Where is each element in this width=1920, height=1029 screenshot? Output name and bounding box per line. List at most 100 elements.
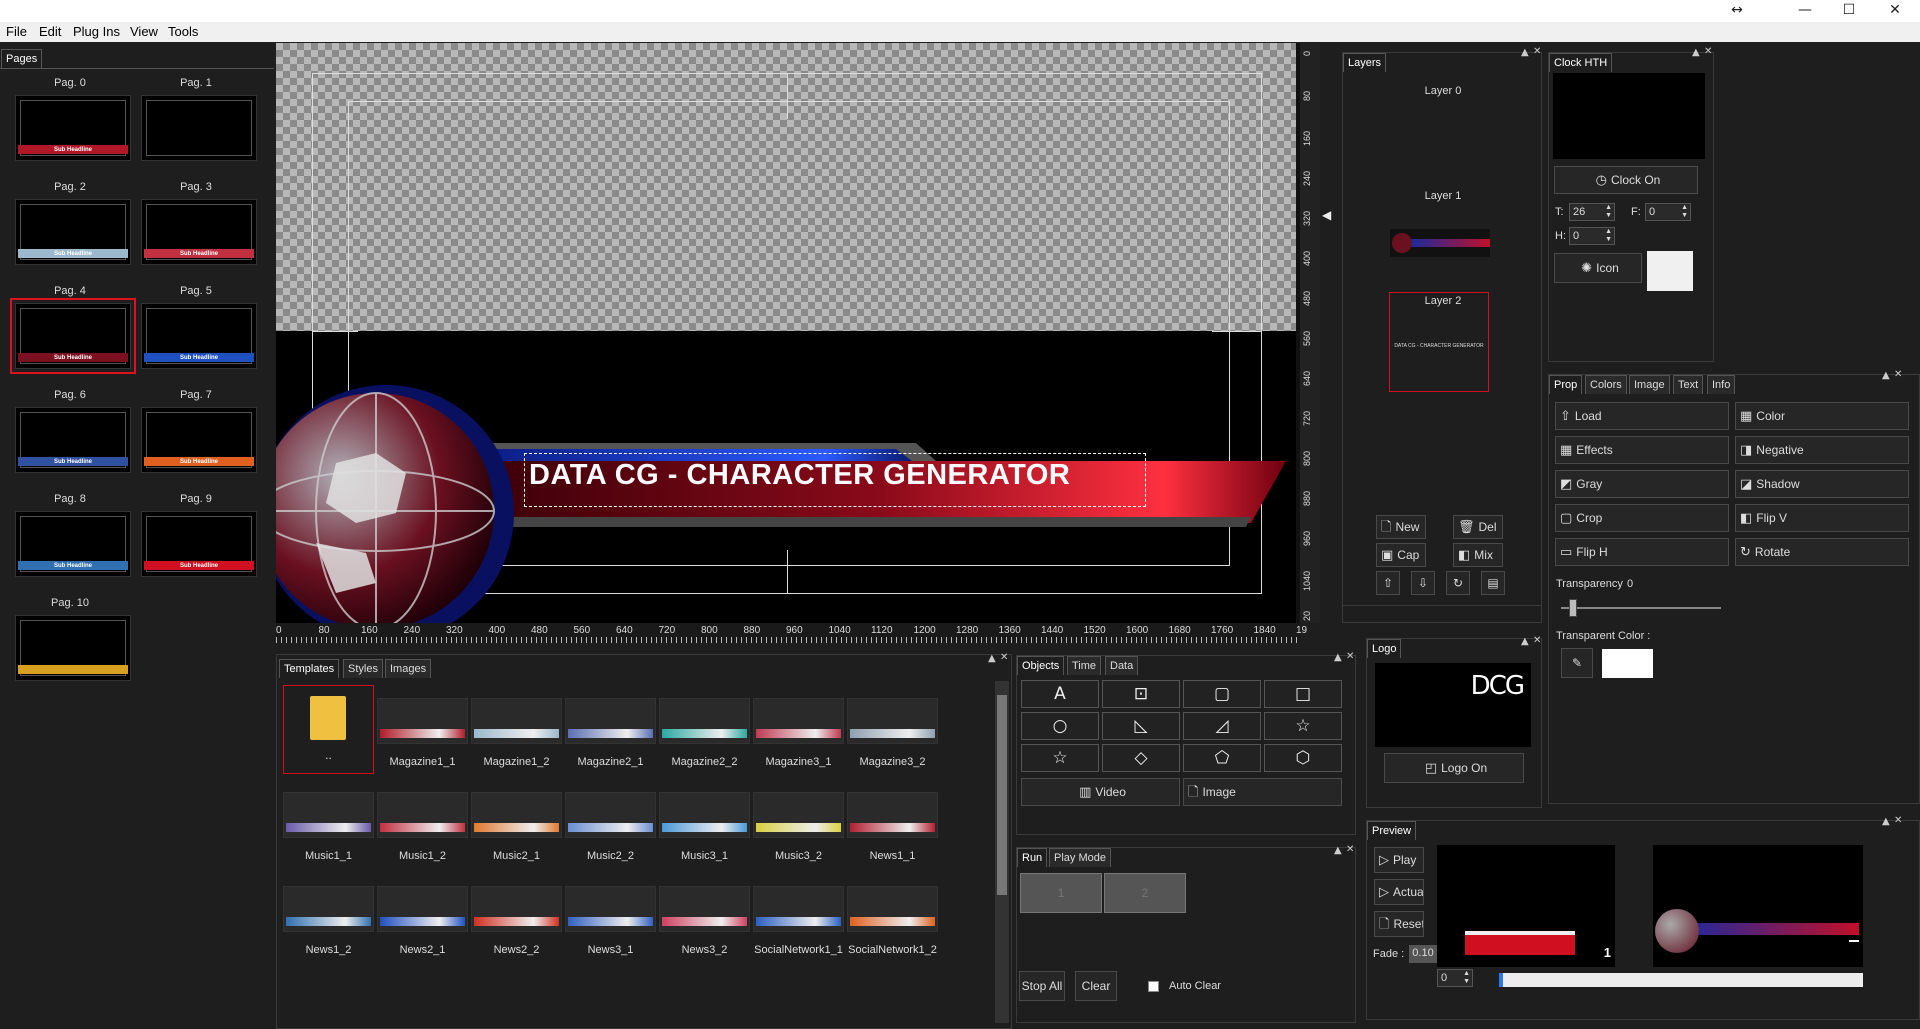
layer2-selected[interactable]: DATA CG - CHARACTER GENERATOR [1389,292,1489,392]
circle-icon[interactable]: ○ [1021,712,1099,740]
pin-icon[interactable]: ▲ [988,653,996,664]
negative-button[interactable]: ◨ Negative [1735,436,1909,464]
page-thumbnail[interactable] [15,615,131,681]
image-button[interactable]: 🗋 Image [1183,778,1342,806]
logo-on-button[interactable]: ◰ Logo On [1384,753,1524,783]
spinner-arrows-icon[interactable]: ▲ ▼ [1605,228,1612,244]
menu-file[interactable]: File [6,24,27,39]
play-button[interactable]: ▷ Play [1374,847,1424,873]
tab-run[interactable]: Run [1017,848,1048,867]
spinner-arrows-icon[interactable]: ▲ ▼ [1681,204,1688,220]
page-thumbnail[interactable]: Sub Headline [15,95,131,161]
clock-icon-button[interactable]: ✺ Icon [1554,253,1642,283]
pin-icon[interactable]: ▲ [1882,816,1890,827]
tab-objects[interactable]: Objects [1017,656,1065,675]
pin-icon[interactable]: ▲ [1882,370,1890,381]
tab-templates[interactable]: Templates [279,659,340,678]
f-spinner[interactable]: 0 ▲ ▼ [1645,203,1691,221]
template-item[interactable]: News2_2 [471,886,562,960]
pin-icon[interactable]: ▲ [1334,845,1342,856]
pin-icon[interactable]: ▲ [1521,636,1529,647]
refresh-icon[interactable]: ↻ [1446,571,1470,595]
run-slot-2[interactable]: 2 [1104,873,1186,913]
close-button[interactable]: ✕ [1880,2,1910,18]
page-thumbnail[interactable]: Sub Headline [141,407,257,473]
page-thumbnail[interactable]: Sub Headline [15,199,131,265]
close-panel-icon[interactable]: ✕ [1894,369,1902,380]
square-icon[interactable]: □ [1264,680,1342,708]
template-item[interactable]: News2_1 [377,886,468,960]
transparency-slider-thumb[interactable] [1569,599,1577,617]
transparency-slider-track[interactable] [1561,607,1721,609]
new-layer-button[interactable]: 🗋 New [1376,515,1426,539]
close-panel-icon[interactable]: ✕ [1533,635,1541,646]
template-item[interactable]: Music2_2 [565,792,656,866]
template-item[interactable]: Magazine3_1 [753,698,844,772]
close-panel-icon[interactable]: ✕ [1000,652,1008,663]
template-item[interactable]: Magazine3_2 [847,698,938,772]
tab-image[interactable]: Image [1629,375,1670,394]
color-button[interactable]: ▦ Color [1735,402,1909,430]
folder-up-item[interactable]: .. [283,685,374,774]
load-button[interactable]: ⇧ Load [1555,402,1729,430]
h-spinner[interactable]: 0 ▲ ▼ [1569,227,1615,245]
tab-images[interactable]: Images [385,659,432,678]
maximize-button[interactable]: ☐ [1834,2,1864,18]
flip-h-button[interactable]: ▭ Flip H [1555,538,1729,566]
transparent-color-swatch[interactable] [1602,649,1653,678]
pin-icon[interactable]: ▲ [1334,652,1342,663]
pin-icon[interactable]: ▲ [1692,47,1700,58]
page-thumbnail[interactable]: Sub Headline [10,298,136,374]
library-scrollbar[interactable] [995,681,1009,1023]
layer1-thumbnail[interactable] [1390,229,1490,257]
canvas[interactable]: DATA CG - CHARACTER GENERATOR [276,43,1300,623]
save-icon[interactable]: ▤ [1481,571,1505,595]
run-slot-1[interactable]: 1 [1020,873,1102,913]
template-item[interactable]: SocialNetwork1_1 [753,886,844,960]
gray-button[interactable]: ◩ Gray [1555,470,1729,498]
spinner-arrows-icon[interactable]: ▲ ▼ [1605,204,1612,220]
capture-button[interactable]: ▣ Cap [1376,543,1426,567]
move-down-icon[interactable]: ⇩ [1411,571,1435,595]
template-item[interactable]: Magazine1_2 [471,698,562,772]
page-thumbnail[interactable]: Sub Headline [141,511,257,577]
page-thumbnail[interactable]: Sub Headline [15,407,131,473]
hexagon-icon[interactable]: ⬡ [1264,744,1342,772]
corner-shape-icon[interactable]: ◿ [1183,712,1261,740]
close-panel-icon[interactable]: ✕ [1533,46,1541,57]
star-outline-icon[interactable]: ☆ [1021,744,1099,772]
video-button[interactable]: ▥ Video [1021,778,1180,806]
tab-styles[interactable]: Styles [343,659,383,678]
preview-progress[interactable] [1499,973,1863,987]
template-item[interactable]: Music3_1 [659,792,750,866]
tab-info[interactable]: Info [1707,375,1736,394]
delete-layer-button[interactable]: 🗑 Del [1453,515,1503,539]
close-panel-icon[interactable]: ✕ [1346,844,1354,855]
tab-text[interactable]: Text [1673,375,1704,394]
page-thumbnail[interactable]: Sub Headline [15,511,131,577]
stop-all-button[interactable]: Stop All [1019,971,1065,1001]
clock-color-swatch[interactable] [1647,251,1693,291]
pin-icon[interactable]: ▲ [1521,47,1529,58]
star-icon[interactable]: ☆ [1264,712,1342,740]
menu-view[interactable]: View [130,24,158,39]
move-up-icon[interactable]: ⇧ [1376,571,1400,595]
tab-prop[interactable]: Prop [1549,375,1583,394]
template-item[interactable]: News1_1 [847,792,938,866]
shadow-button[interactable]: ◪ Shadow [1735,470,1909,498]
minimize-button[interactable]: — [1790,2,1820,18]
tab-time[interactable]: Time [1067,656,1102,675]
template-item[interactable]: News3_2 [659,886,750,960]
template-item[interactable]: News3_1 [565,886,656,960]
template-item[interactable]: Music3_2 [753,792,844,866]
template-item[interactable]: Music2_1 [471,792,562,866]
eyedropper-icon[interactable]: ✎ [1561,648,1593,678]
template-item[interactable]: News1_2 [283,886,374,960]
reset-button[interactable]: 🗋 Reset [1374,911,1424,937]
rounded-rect-icon[interactable]: ▢ [1183,680,1261,708]
menu-tools[interactable]: Tools [168,24,198,39]
headline-text[interactable]: DATA CG - CHARACTER GENERATOR [529,459,1070,492]
mix-button[interactable]: ◧ Mix [1453,543,1503,567]
effects-button[interactable]: ▦ Effects [1555,436,1729,464]
auto-clear-checkbox[interactable] [1148,981,1159,992]
